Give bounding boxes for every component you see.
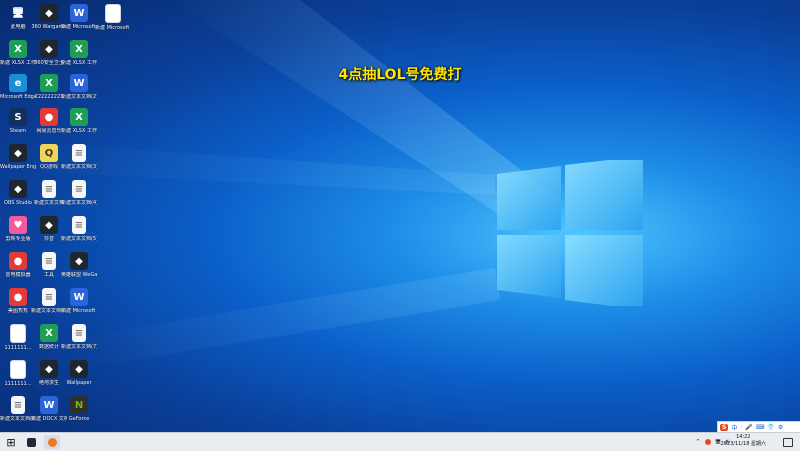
ime-settings-icon[interactable]: ⚙ bbox=[778, 424, 783, 431]
ime-mic-icon[interactable]: 🎤 bbox=[745, 424, 752, 431]
tray-overflow-icon[interactable]: ^ bbox=[694, 435, 702, 449]
desktop-icon-label: 新建文本文档(7) bbox=[61, 344, 97, 350]
ime-sogou-icon[interactable]: S bbox=[720, 424, 729, 431]
word-file-icon: W bbox=[70, 74, 88, 92]
ime-keyboard-icon[interactable]: ⌨ bbox=[756, 424, 765, 431]
desktop-icon-label: 新建 Microsoft Word (3) bbox=[61, 308, 97, 314]
notification-glyph bbox=[783, 437, 793, 447]
edge-file-icon: e bbox=[9, 74, 27, 92]
desktop-icon-label: 新建文本文档(5) bbox=[61, 236, 97, 242]
app-file-icon: ◆ bbox=[40, 360, 58, 378]
txt-file-icon: ≡ bbox=[42, 252, 56, 270]
desktop-icon-label: 英雄联盟 WeGame版 bbox=[61, 272, 97, 278]
desktop-icon-label: 新建 Microsoft Word bbox=[61, 24, 97, 30]
red-file-icon: ● bbox=[9, 252, 27, 270]
app-file-icon: ◆ bbox=[9, 180, 27, 198]
desktop-icon[interactable]: ≡ 新建文本文档(4) bbox=[61, 180, 97, 206]
app-file-icon: ◆ bbox=[40, 216, 58, 234]
tray-app-glyph bbox=[705, 439, 711, 445]
desktop-icon-label: 新建 XLSX 工作表(2) bbox=[61, 60, 97, 66]
desktop-icon-label: 新建 XLSX 工作表(3) bbox=[61, 128, 97, 134]
desktop-icon[interactable]: N GeForce bbox=[61, 396, 97, 422]
txt-file-icon: ≡ bbox=[42, 288, 56, 306]
txt-file-icon: ≡ bbox=[72, 144, 86, 162]
desktop-icon[interactable]: ◆ 英雄联盟 WeGame版 bbox=[61, 252, 97, 278]
app-icon bbox=[47, 437, 57, 447]
red-file-icon: ● bbox=[9, 288, 27, 306]
xls-file-icon: X bbox=[40, 324, 58, 342]
xls-file-icon: X bbox=[70, 40, 88, 58]
xls-file-icon: X bbox=[9, 40, 27, 58]
steam-file-icon: S bbox=[9, 108, 27, 126]
app-file-icon: ◆ bbox=[70, 252, 88, 270]
app-icon bbox=[26, 437, 36, 447]
desktop-icon[interactable]: ≡ 新建文本文档(3) bbox=[61, 144, 97, 170]
txt-file-icon: ≡ bbox=[11, 396, 25, 414]
windows-logo-wallpaper bbox=[497, 160, 643, 306]
txt-file-icon: ≡ bbox=[72, 216, 86, 234]
clock-time: 14:22 bbox=[736, 434, 751, 440]
red-file-icon: ● bbox=[40, 108, 58, 126]
doc-file-icon bbox=[105, 4, 121, 23]
tray-app-icon[interactable] bbox=[704, 435, 712, 449]
desktop-icon[interactable]: X 新建 XLSX 工作表(3) bbox=[61, 108, 97, 134]
clock[interactable]: 14:22 2023/11/18 星期六 bbox=[721, 434, 766, 448]
desktop-icon[interactable]: ◆ Wallpaper bbox=[61, 360, 97, 386]
app-file-icon: ◆ bbox=[40, 4, 58, 22]
word-file-icon: W bbox=[40, 396, 58, 414]
txt-file-icon: ≡ bbox=[72, 180, 86, 198]
taskbar-app-icon[interactable] bbox=[24, 435, 38, 449]
desktop-icon[interactable]: ≡ 新建文本文档(7) bbox=[61, 324, 97, 350]
desktop-icon-label: 新建文本文档(3) bbox=[61, 164, 97, 170]
app-file-icon: ◆ bbox=[9, 144, 27, 162]
desktop-icon[interactable]: X 新建 XLSX 工作表(2) bbox=[61, 40, 97, 66]
desktop-icon-label: GeForce bbox=[68, 416, 90, 422]
ime-chinese-toggle[interactable]: 中 bbox=[731, 423, 737, 432]
desktop-icon[interactable]: ≡ 新建文本文档(5) bbox=[61, 216, 97, 242]
clock-date: 2023/11/18 星期六 bbox=[720, 441, 766, 447]
nv-file-icon: N bbox=[70, 396, 88, 414]
pink-file-icon: ♥ bbox=[9, 216, 27, 234]
word-file-icon: W bbox=[70, 4, 88, 22]
ylw-file-icon: Q bbox=[40, 144, 58, 162]
txt-file-icon: ≡ bbox=[72, 324, 86, 342]
overlay-title: 4点抽LOL号免费打 bbox=[338, 67, 462, 83]
desktop-icon[interactable]: W 新建 Microsoft Word (3) bbox=[61, 288, 97, 314]
desktop-icon-label: 新建 Microsoft Word (2) bbox=[95, 25, 131, 31]
notification-icon[interactable] bbox=[782, 435, 794, 449]
desktop-icon[interactable]: W 新建文本文档(2) bbox=[61, 74, 97, 100]
taskbar: ⊞ ^ 🖥 🔊 14:22 2023/11/18 星期六 bbox=[0, 432, 800, 451]
doc-file-icon bbox=[10, 360, 26, 379]
xls-file-icon: X bbox=[40, 74, 58, 92]
taskbar-app-icon-active[interactable] bbox=[44, 435, 60, 449]
doc-file-icon bbox=[10, 324, 26, 343]
app-file-icon: ◆ bbox=[40, 40, 58, 58]
desktop-icon[interactable]: 新建 Microsoft Word (2) bbox=[95, 4, 131, 31]
ime-punct-icon[interactable]: · bbox=[740, 424, 742, 431]
start-button[interactable]: ⊞ bbox=[4, 435, 18, 449]
app-file-icon: ◆ bbox=[70, 360, 88, 378]
txt-file-icon: ≡ bbox=[42, 180, 56, 198]
desktop-icon[interactable]: W 新建 Microsoft Word bbox=[61, 4, 97, 30]
pc-file-icon: 🖥 bbox=[11, 7, 25, 19]
xls-file-icon: X bbox=[70, 108, 88, 126]
desktop-icon-label: 新建文本文档(4) bbox=[61, 200, 97, 206]
desktop-icon-label: 新建文本文档(2) bbox=[61, 94, 97, 100]
desktop-icon-label: Wallpaper bbox=[66, 380, 92, 386]
ime-skin-icon[interactable]: 👕 bbox=[767, 424, 774, 431]
word-file-icon: W bbox=[70, 288, 88, 306]
